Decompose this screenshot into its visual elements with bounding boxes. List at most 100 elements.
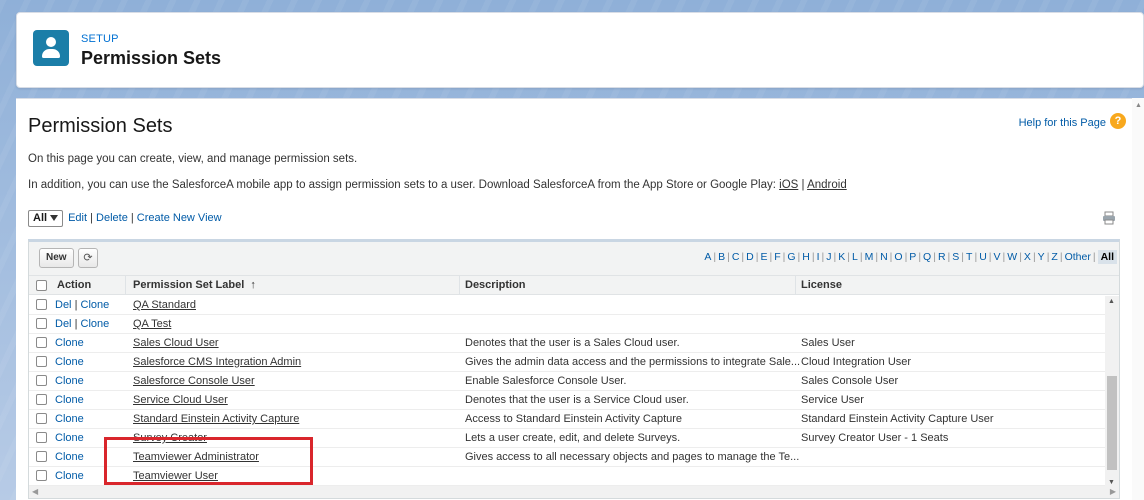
row-checkbox[interactable]: [36, 318, 47, 329]
alpha-filter-w[interactable]: W: [1007, 251, 1017, 263]
alpha-filter-e[interactable]: E: [760, 251, 767, 263]
col-label[interactable]: Permission Set Label ↑: [133, 279, 256, 291]
alpha-sep: |: [1019, 251, 1022, 263]
permission-set-link[interactable]: QA Standard: [133, 299, 196, 311]
alpha-filter-all[interactable]: All: [1097, 250, 1117, 264]
new-button[interactable]: New: [39, 248, 74, 268]
scroll-thumb[interactable]: [1107, 376, 1117, 470]
alpha-filter-m[interactable]: M: [865, 251, 874, 263]
alpha-filter-o[interactable]: O: [894, 251, 902, 263]
permission-set-link[interactable]: Teamviewer Administrator: [133, 451, 259, 463]
row-checkbox[interactable]: [36, 299, 47, 310]
list-horizontal-scrollbar[interactable]: ◀ ▶: [29, 486, 1119, 498]
del-link[interactable]: Del: [55, 299, 72, 311]
alpha-filter-n[interactable]: N: [880, 251, 888, 263]
clone-link[interactable]: Clone: [55, 451, 84, 463]
alpha-filter-l[interactable]: L: [852, 251, 858, 263]
alpha-filter-t[interactable]: T: [966, 251, 972, 263]
clone-link[interactable]: Clone: [55, 394, 84, 406]
alpha-sep: |: [933, 251, 936, 263]
del-link[interactable]: Del: [55, 318, 72, 330]
row-checkbox[interactable]: [36, 470, 47, 481]
alpha-filter-g[interactable]: G: [787, 251, 795, 263]
alpha-sep: |: [782, 251, 786, 263]
permission-set-link[interactable]: QA Test: [133, 318, 171, 330]
scroll-left-icon[interactable]: ◀: [32, 487, 38, 496]
alpha-filter-z[interactable]: Z: [1051, 251, 1057, 263]
row-actions: Clone: [55, 413, 84, 425]
alpha-filter-s[interactable]: S: [952, 251, 959, 263]
printer-icon[interactable]: [1102, 211, 1116, 225]
page-scrollbar[interactable]: ▲: [1132, 98, 1144, 500]
clone-link[interactable]: Clone: [55, 470, 84, 482]
permission-sets-list: New ⟳ A | B | C | D | E | F | G | H | I | J | K | L | M | N | O | P | Q |…: [28, 239, 1120, 499]
alpha-sep: |: [811, 251, 815, 263]
alpha-filter-u[interactable]: U: [979, 251, 987, 263]
clone-link[interactable]: Clone: [55, 413, 84, 425]
alpha-filter-x[interactable]: X: [1024, 251, 1031, 263]
help-link[interactable]: Help for this Page: [1019, 117, 1106, 129]
ios-link[interactable]: iOS: [779, 179, 798, 191]
row-checkbox[interactable]: [36, 413, 47, 424]
permission-set-link[interactable]: Service Cloud User: [133, 394, 228, 406]
scroll-down-icon[interactable]: ▼: [1108, 479, 1115, 486]
select-all-checkbox[interactable]: [36, 280, 47, 291]
permission-set-link[interactable]: Salesforce Console User: [133, 375, 255, 387]
alpha-filter-c[interactable]: C: [732, 251, 740, 263]
sort-asc-icon: ↑: [250, 279, 256, 291]
alpha-filter-b[interactable]: B: [718, 251, 725, 263]
alpha-filter-j[interactable]: J: [826, 251, 831, 263]
alpha-filter-p[interactable]: P: [909, 251, 916, 263]
create-view-link[interactable]: Create New View: [137, 212, 222, 224]
alpha-filter-h[interactable]: H: [802, 251, 810, 263]
view-select[interactable]: All: [28, 209, 64, 227]
alpha-filter-other[interactable]: Other: [1065, 251, 1091, 263]
clone-link[interactable]: Clone: [55, 375, 84, 387]
row-checkbox[interactable]: [36, 432, 47, 443]
row-checkbox[interactable]: [36, 375, 47, 386]
alpha-filter-a[interactable]: A: [704, 251, 711, 263]
scroll-right-icon[interactable]: ▶: [1110, 487, 1116, 496]
android-link[interactable]: Android: [807, 179, 847, 191]
scroll-up-icon[interactable]: ▲: [1108, 298, 1115, 305]
row-checkbox[interactable]: [36, 356, 47, 367]
page-scroll-up-icon[interactable]: ▲: [1135, 102, 1142, 109]
list-vertical-scrollbar[interactable]: ▲ ▼: [1105, 296, 1119, 488]
alpha-filter-q[interactable]: Q: [923, 251, 931, 263]
alpha-filter-i[interactable]: I: [817, 251, 820, 263]
permission-set-link[interactable]: Survey Creator: [133, 432, 207, 444]
alpha-sep: |: [741, 251, 745, 263]
permission-set-link[interactable]: Standard Einstein Activity Capture: [133, 413, 299, 425]
permission-set-link[interactable]: Salesforce CMS Integration Admin: [133, 356, 301, 368]
row-actions: Del | Clone: [55, 318, 109, 330]
clone-link[interactable]: Clone: [55, 432, 84, 444]
clone-link[interactable]: Clone: [81, 318, 110, 330]
alpha-sep: |: [961, 251, 965, 263]
row-checkbox[interactable]: [36, 337, 47, 348]
alpha-sep: |: [797, 251, 801, 263]
alpha-filter-y[interactable]: Y: [1038, 251, 1045, 263]
refresh-icon[interactable]: ⟳: [78, 248, 98, 268]
clone-link[interactable]: Clone: [55, 356, 84, 368]
view-sep-1: |: [90, 212, 93, 224]
clone-link[interactable]: Clone: [81, 299, 110, 311]
list-header: Action Permission Set Label ↑ Descriptio…: [29, 275, 1119, 295]
clone-link[interactable]: Clone: [55, 337, 84, 349]
help-icon[interactable]: ?: [1110, 113, 1126, 129]
alpha-filter-d[interactable]: D: [746, 251, 754, 263]
table-row: Clone Teamviewer User: [29, 467, 1107, 486]
alpha-sep: |: [1032, 251, 1036, 263]
row-description: Access to Standard Einstein Activity Cap…: [465, 413, 683, 425]
row-checkbox[interactable]: [36, 394, 47, 405]
alpha-filter-f[interactable]: F: [774, 251, 780, 263]
row-checkbox[interactable]: [36, 451, 47, 462]
permission-set-link[interactable]: Sales Cloud User: [133, 337, 219, 349]
alpha-filter-k[interactable]: K: [838, 251, 845, 263]
row-actions: Del | Clone: [55, 299, 109, 311]
delete-view-link[interactable]: Delete: [96, 212, 128, 224]
edit-view-link[interactable]: Edit: [68, 212, 87, 224]
alpha-filter-v[interactable]: V: [994, 251, 1001, 263]
permission-set-link[interactable]: Teamviewer User: [133, 470, 218, 482]
row-license: Standard Einstein Activity Capture User: [801, 413, 994, 425]
alpha-filter-r[interactable]: R: [938, 251, 946, 263]
